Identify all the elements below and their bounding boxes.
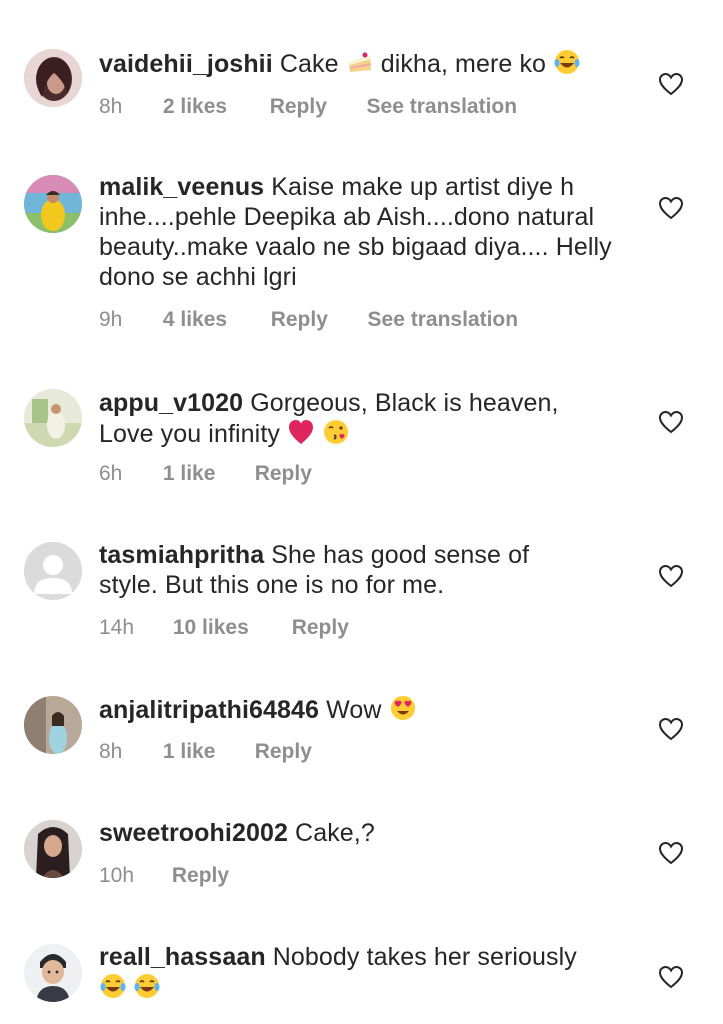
comment-body: Cake,? <box>295 819 375 847</box>
heart-outline-icon[interactable] <box>658 717 684 741</box>
comment-time: 8h <box>99 740 123 763</box>
heart-outline-icon[interactable] <box>658 72 684 96</box>
comment-body: Wow <box>326 696 382 724</box>
comment-username[interactable]: sweetroohi2002 <box>99 819 288 847</box>
comment-meta: 6h 1 like Reply <box>99 462 312 486</box>
comment-body: Cake <box>279 50 346 78</box>
comment-time: 8h <box>99 95 123 118</box>
comment-likes[interactable]: 1 like <box>163 462 249 486</box>
heart-outline-icon[interactable] <box>658 841 684 865</box>
comment-time: 9h <box>99 308 123 331</box>
comment-username[interactable]: malik_veenus <box>99 173 264 201</box>
comment-time: 14h <box>99 616 135 639</box>
comment-body: Nobody takes her seriously <box>272 943 577 971</box>
avatar[interactable] <box>24 820 82 878</box>
comment-meta: 10h Reply <box>99 864 229 888</box>
heart-outline-icon[interactable] <box>658 410 684 434</box>
comment-text: reall_hassaan Nobody takes her seriously <box>99 942 639 1003</box>
reply-button[interactable]: Reply <box>255 462 312 486</box>
comment-text: appu_v1020 Gorgeous, Black is heaven, Lo… <box>99 388 619 449</box>
comment-text: malik_veenus Kaise make up artist diye h… <box>99 172 629 292</box>
comment-meta: 14h 10 likes Reply <box>99 616 349 640</box>
tears-of-joy-emoji <box>134 974 160 998</box>
comment-text: sweetroohi2002 Cake,? <box>99 818 639 848</box>
comment-meta: 9h 4 likes Reply See translation <box>99 308 518 332</box>
comment-meta: 8h 1 like Reply <box>99 740 312 764</box>
see-translation-button[interactable]: See translation <box>367 95 518 119</box>
comment-time: 10h <box>99 864 135 887</box>
comment-username[interactable]: appu_v1020 <box>99 389 243 417</box>
avatar[interactable] <box>24 696 82 754</box>
comment-username[interactable]: reall_hassaan <box>99 943 266 971</box>
reply-button[interactable]: Reply <box>172 864 229 888</box>
heart-outline-icon[interactable] <box>658 965 684 989</box>
comment-text: tasmiahpritha She has good sense of styl… <box>99 540 579 600</box>
comment-likes[interactable]: 4 likes <box>163 308 265 332</box>
heart-outline-icon[interactable] <box>658 564 684 588</box>
avatar[interactable] <box>24 49 82 107</box>
avatar[interactable] <box>24 542 82 600</box>
heart-eyes-emoji <box>390 696 415 720</box>
heart-outline-icon[interactable] <box>658 196 684 220</box>
red-heart-emoji <box>289 420 314 444</box>
reply-button[interactable]: Reply <box>270 95 361 119</box>
tears-of-joy-emoji <box>100 974 126 998</box>
comment-body: dikha, mere ko <box>380 50 547 78</box>
reply-button[interactable]: Reply <box>292 616 349 640</box>
avatar[interactable] <box>24 389 82 447</box>
comment-time: 6h <box>99 462 123 485</box>
avatar[interactable] <box>24 944 82 1002</box>
reply-button[interactable]: Reply <box>255 740 312 764</box>
cake-emoji <box>348 52 371 72</box>
reply-button[interactable]: Reply <box>271 308 362 332</box>
avatar[interactable] <box>24 175 82 233</box>
comment-text: vaidehii_joshii Cake dikha, mere ko <box>99 48 639 79</box>
comment-likes[interactable]: 10 likes <box>173 616 286 640</box>
comment-username[interactable]: vaidehii_joshii <box>99 50 273 78</box>
comment-meta: 8h 2 likes Reply See translation <box>99 95 517 119</box>
see-translation-button[interactable]: See translation <box>368 308 519 332</box>
kissing-face-emoji <box>324 420 349 444</box>
tears-of-joy-emoji <box>554 50 580 74</box>
comment-username[interactable]: anjalitripathi64846 <box>99 696 319 724</box>
comment-text: anjalitripathi64846 Wow <box>99 694 639 725</box>
comment-likes[interactable]: 1 like <box>163 740 249 764</box>
comment-likes[interactable]: 2 likes <box>163 95 264 119</box>
comment-username[interactable]: tasmiahpritha <box>99 541 264 569</box>
